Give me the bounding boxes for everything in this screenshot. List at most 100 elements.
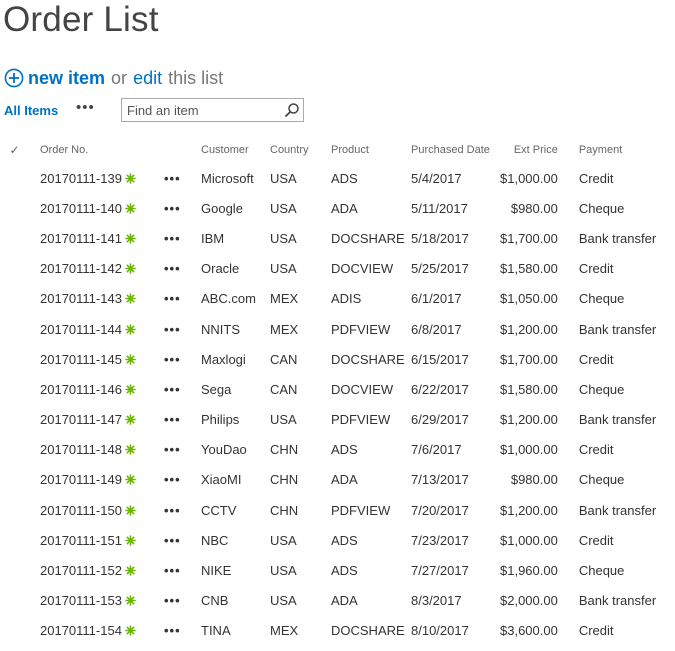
row-select-cell[interactable] xyxy=(0,163,40,193)
order-no-cell[interactable]: 20170111-143 xyxy=(40,284,164,314)
table-row[interactable]: 20170111-148 ••• YouDao CHN ADS 7/6/2017… xyxy=(0,435,669,465)
column-header-country[interactable]: Country xyxy=(270,137,331,163)
item-menu-ellipsis-icon[interactable]: ••• xyxy=(164,495,201,525)
table-row[interactable]: 20170111-145 ••• Maxlogi CAN DOCSHARE 6/… xyxy=(0,344,669,374)
table-row[interactable]: 20170111-141 ••• IBM USA DOCSHARE 5/18/2… xyxy=(0,223,669,253)
row-select-cell[interactable] xyxy=(0,374,40,404)
item-menu-ellipsis-icon[interactable]: ••• xyxy=(164,193,201,223)
table-row[interactable]: 20170111-139 ••• Microsoft USA ADS 5/4/2… xyxy=(0,163,669,193)
view-all-items[interactable]: All Items xyxy=(4,103,58,118)
item-menu-ellipsis-icon[interactable]: ••• xyxy=(164,465,201,495)
order-no-text[interactable]: 20170111-154 xyxy=(40,623,122,638)
item-menu-ellipsis-icon[interactable]: ••• xyxy=(164,525,201,555)
column-header-order-no[interactable]: Order No. xyxy=(40,137,164,163)
row-select-cell[interactable] xyxy=(0,314,40,344)
row-select-cell[interactable] xyxy=(0,284,40,314)
order-no-cell[interactable]: 20170111-141 xyxy=(40,223,164,253)
order-no-text[interactable]: 20170111-151 xyxy=(40,533,122,548)
view-more-ellipsis-icon[interactable]: ••• xyxy=(76,99,95,116)
table-row[interactable]: 20170111-150 ••• CCTV CHN PDFVIEW 7/20/2… xyxy=(0,495,669,525)
order-no-text[interactable]: 20170111-141 xyxy=(40,231,122,246)
row-select-cell[interactable] xyxy=(0,555,40,585)
row-select-cell[interactable] xyxy=(0,405,40,435)
new-item-link[interactable]: new item xyxy=(4,68,105,89)
row-select-cell[interactable] xyxy=(0,254,40,284)
column-header-payment[interactable]: Payment xyxy=(579,137,669,163)
row-select-cell[interactable] xyxy=(0,525,40,555)
table-row[interactable]: 20170111-153 ••• CNB USA ADA 8/3/2017 $2… xyxy=(0,586,669,616)
order-no-cell[interactable]: 20170111-139 xyxy=(40,163,164,193)
table-row[interactable]: 20170111-154 ••• TINA MEX DOCSHARE 8/10/… xyxy=(0,616,669,646)
order-no-text[interactable]: 20170111-153 xyxy=(40,593,122,608)
order-no-text[interactable]: 20170111-150 xyxy=(40,503,122,518)
column-header-product[interactable]: Product xyxy=(331,137,411,163)
item-menu-ellipsis-icon[interactable]: ••• xyxy=(164,616,201,646)
table-row[interactable]: 20170111-142 ••• Oracle USA DOCVIEW 5/25… xyxy=(0,254,669,284)
table-row[interactable]: 20170111-140 ••• Google USA ADA 5/11/201… xyxy=(0,193,669,223)
item-menu-ellipsis-icon[interactable]: ••• xyxy=(164,163,201,193)
item-menu-ellipsis-icon[interactable]: ••• xyxy=(164,586,201,616)
item-menu-ellipsis-icon[interactable]: ••• xyxy=(164,344,201,374)
row-select-cell[interactable] xyxy=(0,344,40,374)
order-no-cell[interactable]: 20170111-152 xyxy=(40,555,164,585)
order-no-cell[interactable]: 20170111-146 xyxy=(40,374,164,404)
order-no-text[interactable]: 20170111-146 xyxy=(40,382,122,397)
order-no-cell[interactable]: 20170111-154 xyxy=(40,616,164,646)
edit-list-link[interactable]: edit xyxy=(133,68,162,89)
order-no-text[interactable]: 20170111-152 xyxy=(40,563,122,578)
order-no-cell[interactable]: 20170111-149 xyxy=(40,465,164,495)
select-all-header[interactable]: ✓ xyxy=(0,137,40,163)
column-header-purchased-date[interactable]: Purchased Date xyxy=(411,137,500,163)
order-no-cell[interactable]: 20170111-151 xyxy=(40,525,164,555)
country-cell: MEX xyxy=(270,623,299,639)
order-no-text[interactable]: 20170111-149 xyxy=(40,472,122,487)
plus-circle-icon xyxy=(4,68,24,88)
order-no-cell[interactable]: 20170111-145 xyxy=(40,344,164,374)
order-no-text[interactable]: 20170111-147 xyxy=(40,412,122,427)
order-no-cell[interactable]: 20170111-150 xyxy=(40,495,164,525)
country-cell: USA xyxy=(270,593,297,609)
order-no-cell[interactable]: 20170111-144 xyxy=(40,314,164,344)
item-menu-ellipsis-icon[interactable]: ••• xyxy=(164,374,201,404)
item-menu-ellipsis-icon[interactable]: ••• xyxy=(164,314,201,344)
search-icon[interactable] xyxy=(284,102,300,118)
payment-cell: Credit xyxy=(578,261,614,277)
country-cell: USA xyxy=(270,261,297,277)
table-row[interactable]: 20170111-151 ••• NBC USA ADS 7/23/2017 $… xyxy=(0,525,669,555)
item-menu-ellipsis-icon[interactable]: ••• xyxy=(164,435,201,465)
table-row[interactable]: 20170111-143 ••• ABC.com MEX ADIS 6/1/20… xyxy=(0,284,669,314)
row-select-cell[interactable] xyxy=(0,435,40,465)
order-no-text[interactable]: 20170111-142 xyxy=(40,261,122,276)
table-row[interactable]: 20170111-144 ••• NNITS MEX PDFVIEW 6/8/2… xyxy=(0,314,669,344)
table-row[interactable]: 20170111-147 ••• Philips USA PDFVIEW 6/2… xyxy=(0,405,669,435)
row-select-cell[interactable] xyxy=(0,223,40,253)
row-select-cell[interactable] xyxy=(0,616,40,646)
table-row[interactable]: 20170111-149 ••• XiaoMI CHN ADA 7/13/201… xyxy=(0,465,669,495)
search-input[interactable] xyxy=(122,99,285,121)
row-select-cell[interactable] xyxy=(0,193,40,223)
item-menu-ellipsis-icon[interactable]: ••• xyxy=(164,284,201,314)
row-select-cell[interactable] xyxy=(0,465,40,495)
customer-cell: CCTV xyxy=(201,502,237,518)
order-no-cell[interactable]: 20170111-153 xyxy=(40,586,164,616)
order-no-cell[interactable]: 20170111-148 xyxy=(40,435,164,465)
order-no-cell[interactable]: 20170111-140 xyxy=(40,193,164,223)
table-row[interactable]: 20170111-152 ••• NIKE USA ADS 7/27/2017 … xyxy=(0,555,669,585)
item-menu-ellipsis-icon[interactable]: ••• xyxy=(164,223,201,253)
row-select-cell[interactable] xyxy=(0,495,40,525)
item-menu-ellipsis-icon[interactable]: ••• xyxy=(164,555,201,585)
order-no-text[interactable]: 20170111-144 xyxy=(40,322,122,337)
item-menu-ellipsis-icon[interactable]: ••• xyxy=(164,254,201,284)
row-select-cell[interactable] xyxy=(0,586,40,616)
order-no-text[interactable]: 20170111-145 xyxy=(40,352,122,367)
order-no-text[interactable]: 20170111-140 xyxy=(40,201,122,216)
order-no-text[interactable]: 20170111-148 xyxy=(40,442,122,457)
column-header-ext-price[interactable]: Ext Price xyxy=(500,137,579,163)
order-no-cell[interactable]: 20170111-142 xyxy=(40,254,164,284)
order-no-text[interactable]: 20170111-143 xyxy=(40,291,122,306)
item-menu-ellipsis-icon[interactable]: ••• xyxy=(164,405,201,435)
order-no-cell[interactable]: 20170111-147 xyxy=(40,405,164,435)
order-no-text[interactable]: 20170111-139 xyxy=(40,171,122,186)
table-row[interactable]: 20170111-146 ••• Sega CAN DOCVIEW 6/22/2… xyxy=(0,374,669,404)
column-header-customer[interactable]: Customer xyxy=(201,137,270,163)
